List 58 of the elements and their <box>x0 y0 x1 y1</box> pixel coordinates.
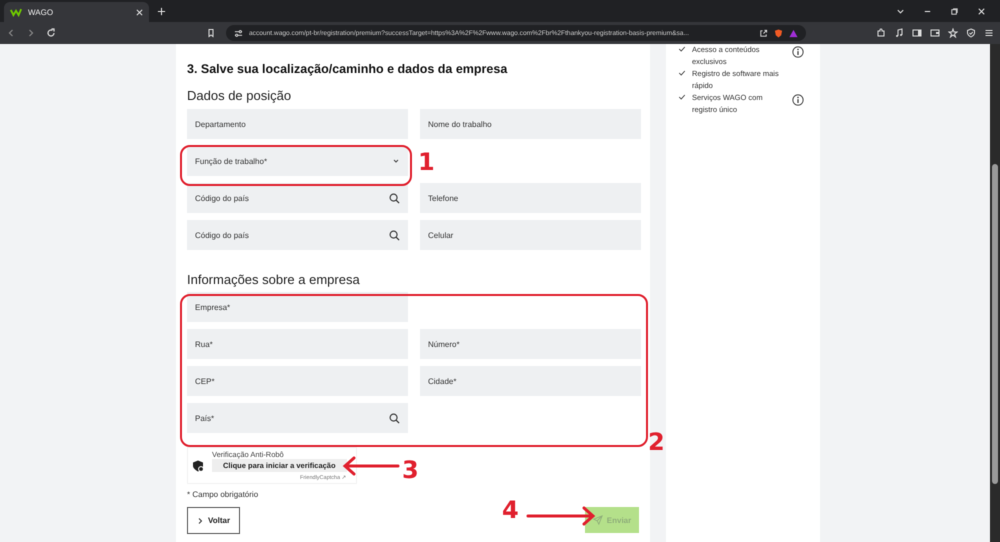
check-icon <box>678 69 686 77</box>
back-icon[interactable] <box>6 28 16 38</box>
extensions-icon[interactable] <box>876 28 886 38</box>
form-heading: 3. Salve sua localização/caminho e dados da empresa <box>187 62 508 76</box>
chevron-down-icon <box>392 157 400 165</box>
scrollbar-thumb[interactable] <box>992 164 998 484</box>
info-icon[interactable] <box>792 46 804 58</box>
captcha-icon <box>192 460 204 472</box>
section-title: Dados de posição <box>187 88 292 103</box>
close-icon[interactable] <box>136 8 143 16</box>
back-button[interactable]: Voltar <box>187 507 240 534</box>
input-field[interactable]: Celular <box>420 220 641 250</box>
dropdown-field[interactable]: Função de trabalho* <box>187 146 408 176</box>
check-icon <box>678 45 686 53</box>
shield-icon[interactable] <box>966 28 976 38</box>
sidebar-icon[interactable] <box>912 28 922 38</box>
logo-icon <box>10 8 22 16</box>
forward-icon[interactable] <box>26 28 36 38</box>
chevron-right-icon <box>196 516 204 524</box>
triangle-icon[interactable] <box>789 28 798 38</box>
search-icon[interactable] <box>389 412 400 424</box>
info-icon[interactable] <box>792 94 804 106</box>
input-field[interactable]: Telefone <box>420 183 641 213</box>
input-field[interactable]: Número* <box>420 329 641 359</box>
section-title: Informações sobre a empresa <box>187 272 361 287</box>
annotation-arrow <box>526 506 596 526</box>
check-icon <box>678 93 686 101</box>
new-tab-icon[interactable] <box>157 7 166 16</box>
input-field[interactable]: Cidade* <box>420 366 641 396</box>
chevron-down-icon[interactable] <box>896 7 905 16</box>
input-field[interactable]: Departamento <box>187 109 408 139</box>
input-field[interactable]: CEP* <box>187 366 408 396</box>
search-icon[interactable] <box>389 192 400 204</box>
menu-icon[interactable] <box>984 28 994 38</box>
star-icon[interactable] <box>948 28 958 38</box>
input-field[interactable]: Nome do trabalho <box>420 109 641 139</box>
wallet-icon[interactable] <box>930 28 940 38</box>
input-field[interactable]: Código do país <box>187 183 408 213</box>
annotation-number: 4 <box>502 498 519 522</box>
input-field[interactable]: Código do país <box>187 220 408 250</box>
close-icon[interactable] <box>977 7 986 16</box>
send-icon <box>592 515 603 525</box>
search-icon[interactable] <box>389 230 400 240</box>
annotation-arrow <box>342 456 400 476</box>
annotation-number: 3 <box>402 458 419 482</box>
input-field[interactable]: País* <box>187 403 408 433</box>
input-field[interactable]: Rua* <box>187 329 408 359</box>
annotation-number: 1 <box>418 150 435 174</box>
site-settings-icon <box>234 28 243 38</box>
required-note: * Campo obrigatório <box>187 490 260 499</box>
shield-icon[interactable] <box>774 28 783 38</box>
reload-icon[interactable] <box>46 28 56 38</box>
input-field[interactable]: Empresa* <box>187 292 408 322</box>
bookmark-icon[interactable] <box>206 28 216 38</box>
annotation-number: 2 <box>648 430 665 454</box>
share-icon[interactable] <box>759 28 768 38</box>
restore-icon[interactable] <box>950 7 959 16</box>
music-icon[interactable] <box>894 28 904 38</box>
